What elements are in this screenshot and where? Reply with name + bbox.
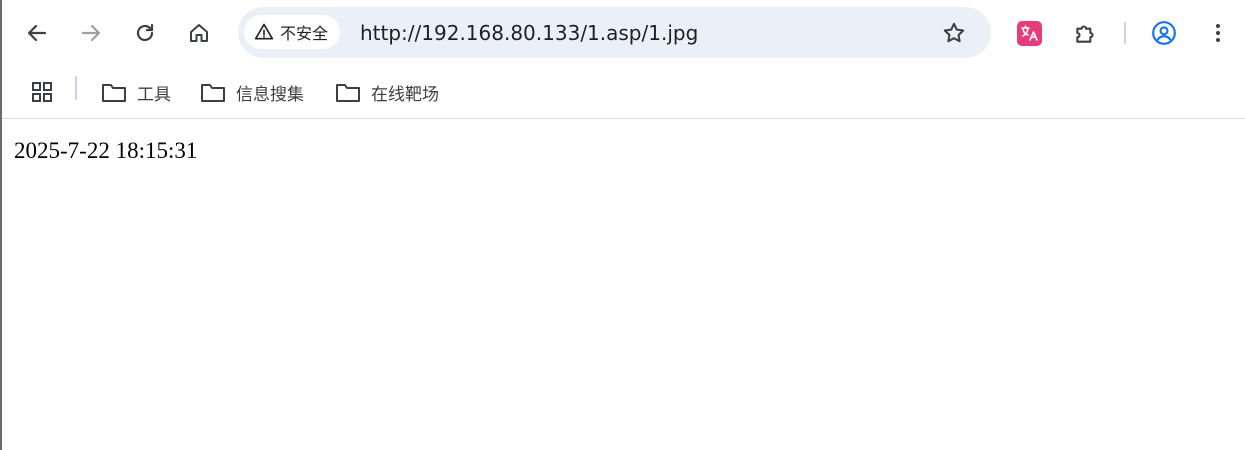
- star-icon: [943, 22, 965, 43]
- bookmark-label: 工具: [137, 84, 171, 105]
- url-text[interactable]: http://192.168.80.133/1.asp/1.jpg: [360, 21, 698, 45]
- home-icon: [190, 24, 208, 42]
- home-button[interactable]: [181, 15, 217, 51]
- extensions-button[interactable]: [1068, 15, 1104, 51]
- folder-icon: [201, 84, 225, 102]
- bookmark-label: 信息搜集: [236, 84, 304, 105]
- page-text: 2025-7-22 18:15:31: [14, 138, 198, 163]
- bookmark-folder-info-gathering[interactable]: 信息搜集: [200, 78, 304, 106]
- translate-extension-button[interactable]: [1017, 21, 1042, 46]
- reload-icon: [136, 23, 154, 42]
- browser-toolbar: 不安全 http://192.168.80.133/1.asp/1.jpg: [2, 0, 1245, 66]
- forward-button[interactable]: [73, 15, 109, 51]
- browser-window: 不安全 http://192.168.80.133/1.asp/1.jpg 工具…: [0, 0, 1245, 450]
- bookmarks-divider: [75, 76, 77, 100]
- extensions-puzzle-icon: [1076, 25, 1094, 43]
- folder-icon: [336, 84, 360, 102]
- bookmark-folder-tools[interactable]: 工具: [101, 78, 171, 106]
- warning-icon: [254, 23, 274, 40]
- folder-icon: [102, 84, 126, 102]
- toolbar-divider: [1124, 22, 1126, 44]
- bookmark-label: 在线靶场: [371, 84, 439, 105]
- toolbar-separator: [2, 118, 1245, 119]
- apps-grid-icon: [32, 82, 52, 102]
- back-icon: [27, 24, 47, 42]
- address-bar[interactable]: 不安全 http://192.168.80.133/1.asp/1.jpg: [238, 7, 991, 58]
- profile-button[interactable]: [1146, 15, 1182, 51]
- menu-button[interactable]: [1200, 15, 1236, 51]
- reload-button[interactable]: [127, 15, 163, 51]
- bookmark-folder-online-range[interactable]: 在线靶场: [335, 78, 439, 106]
- forward-icon: [81, 24, 101, 42]
- translate-extension-icon: [1021, 25, 1038, 41]
- bookmark-star-button[interactable]: [936, 15, 972, 51]
- back-button[interactable]: [19, 15, 55, 51]
- profile-icon: [1152, 21, 1176, 45]
- menu-icon: [1216, 24, 1220, 42]
- security-chip[interactable]: 不安全: [244, 15, 341, 49]
- bookmarks-bar: 工具 信息搜集 在线靶场: [2, 66, 1245, 118]
- security-label: 不安全: [280, 24, 329, 43]
- apps-button[interactable]: [24, 74, 60, 110]
